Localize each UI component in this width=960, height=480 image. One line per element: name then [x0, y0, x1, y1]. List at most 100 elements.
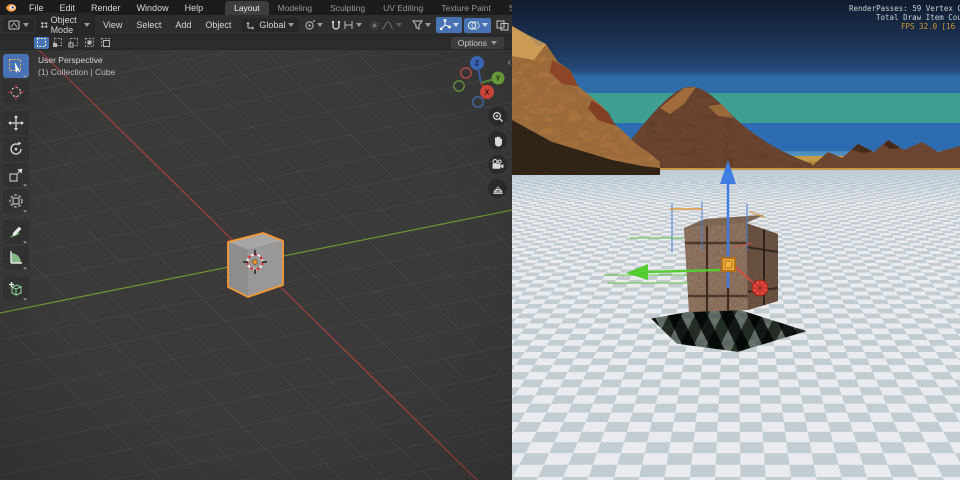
snap-target-icon: [305, 19, 316, 30]
select-mode-set[interactable]: [34, 36, 49, 49]
viewport-3d[interactable]: Z Y X User Perspective (1) Collection | …: [0, 50, 512, 480]
tab-uv-editing[interactable]: UV Editing: [374, 1, 432, 15]
select-mode-extend[interactable]: [50, 37, 65, 49]
menu-file[interactable]: File: [21, 2, 52, 14]
chevron-down-icon: [288, 23, 295, 27]
select-mode-intersect[interactable]: [98, 37, 113, 49]
gizmos-icon: [440, 19, 452, 31]
chevron-down-icon: [425, 23, 432, 27]
menu-object[interactable]: Object: [199, 18, 237, 32]
hand-icon: [494, 136, 502, 146]
menu-edit[interactable]: Edit: [52, 2, 84, 14]
object-types-filter-button[interactable]: [409, 18, 434, 32]
filter-funnel-icon: [412, 20, 424, 30]
menu-render[interactable]: Render: [83, 2, 129, 14]
axis-label-x: X: [485, 90, 490, 97]
chevron-down-icon: [356, 23, 363, 27]
snap-target-button[interactable]: [301, 18, 326, 33]
tool-scale[interactable]: [3, 163, 29, 187]
axis-label-z: Z: [475, 61, 480, 68]
select-set-icon: [37, 38, 46, 47]
move-icon: [8, 115, 24, 131]
camera-view-button[interactable]: [488, 155, 507, 174]
chevron-down-icon: [84, 23, 91, 27]
axis-label-y: Y: [496, 76, 501, 83]
xray-icon: [496, 20, 509, 30]
menu-view[interactable]: View: [97, 18, 128, 32]
perspective-toggle-button[interactable]: [488, 179, 507, 198]
object-origin-dot: [252, 259, 258, 265]
subtool-corner: [20, 263, 28, 270]
cube-object[interactable]: [227, 232, 284, 298]
tool-select-box[interactable]: [3, 54, 29, 78]
object-mode-icon: [41, 22, 48, 28]
chevron-down-icon: [396, 23, 403, 27]
tool-add-cube[interactable]: [3, 277, 29, 301]
transform-orientation-select[interactable]: Global: [241, 18, 300, 32]
axis-ball-neg-x[interactable]: [460, 67, 472, 79]
tool-rotate[interactable]: [3, 137, 29, 161]
editor-type-button[interactable]: [3, 18, 34, 32]
select-mode-invert[interactable]: [82, 37, 97, 49]
tab-layout[interactable]: Layout: [225, 1, 269, 15]
subtool-corner: [20, 237, 28, 244]
menu-window[interactable]: Window: [129, 2, 177, 14]
show-overlays-toggle[interactable]: [464, 17, 492, 33]
snap-toggle-button[interactable]: [328, 18, 365, 33]
tab-sculpting[interactable]: Sculpting: [321, 1, 374, 15]
subtool-corner: [20, 180, 28, 187]
xray-toggle[interactable]: [493, 18, 512, 33]
tool-measure[interactable]: [3, 246, 29, 270]
select-mode-subtract[interactable]: [66, 37, 81, 49]
blender-window: File Edit Render Window Help Layout Mode…: [0, 0, 512, 480]
subtool-corner: [20, 206, 28, 213]
overlays-icon: [468, 20, 481, 30]
tool-shelf: [3, 54, 29, 301]
tool-move[interactable]: [3, 111, 29, 135]
menu-select[interactable]: Select: [130, 18, 167, 32]
render-viewport[interactable]: RenderPasses: 59 Vertex Cou Total Draw I…: [512, 0, 960, 480]
gizmo-y-arrowhead[interactable]: [626, 264, 648, 280]
tool-cursor[interactable]: [3, 80, 29, 104]
select-intersect-icon: [101, 38, 110, 47]
viewport-editor-icon: [8, 20, 20, 30]
gizmo-center-handle[interactable]: [721, 257, 736, 272]
proportional-editing-button[interactable]: [367, 19, 405, 32]
chevron-down-icon: [453, 23, 460, 27]
menu-help[interactable]: Help: [177, 2, 212, 14]
workspace-tabs: Layout Modeling Sculpting UV Editing Tex…: [225, 0, 512, 15]
select-invert-icon: [85, 38, 94, 47]
chevron-down-icon: [317, 23, 324, 27]
snap-magnet-icon: [332, 20, 341, 30]
chevron-down-icon: [482, 23, 489, 27]
orientation-axes-icon: [246, 22, 255, 30]
snap-increment-icon: [344, 21, 353, 29]
pan-button[interactable]: [488, 131, 507, 150]
menu-add[interactable]: Add: [169, 18, 197, 32]
options-button[interactable]: Options: [450, 36, 504, 49]
axis-ball-neg-z[interactable]: [472, 96, 484, 108]
show-gizmos-toggle[interactable]: [436, 17, 463, 33]
falloff-curve-icon: [382, 20, 394, 29]
tool-settings-bar: Options: [0, 36, 512, 50]
tab-texture-paint[interactable]: Texture Paint: [432, 1, 500, 15]
select-mode-group: [34, 36, 113, 49]
camera-icon: [492, 159, 504, 169]
tool-transform[interactable]: [3, 189, 29, 213]
mode-select[interactable]: Object Mode: [36, 13, 96, 37]
tab-modeling[interactable]: Modeling: [269, 1, 322, 15]
zoom-button[interactable]: [488, 107, 507, 126]
cursor-tool-icon: [8, 84, 24, 100]
axis-ball-neg-y[interactable]: [453, 80, 465, 92]
viewport-header: Object Mode View Select Add Object Globa…: [0, 13, 512, 37]
view-controls: [488, 107, 507, 198]
rotate-icon: [10, 141, 22, 155]
scene-objects: [603, 160, 778, 312]
tab-shading[interactable]: Shading: [500, 1, 512, 15]
gizmo-z-arrowhead[interactable]: [720, 160, 736, 184]
sidebar-collapse-arrow[interactable]: ‹: [508, 58, 511, 68]
subtool-corner: [20, 71, 28, 78]
tool-annotate[interactable]: [3, 220, 29, 244]
mode-select-label: Object Mode: [50, 15, 77, 35]
chevron-down-icon: [491, 40, 497, 45]
